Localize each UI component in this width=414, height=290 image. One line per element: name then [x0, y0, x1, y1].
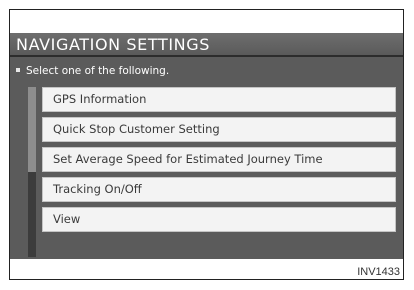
instruction-text: Select one of the following.: [26, 65, 170, 77]
figure-code: INV1433: [357, 266, 400, 278]
menu-item-view[interactable]: View: [42, 207, 396, 232]
menu-item-gps-information[interactable]: GPS Information: [42, 87, 396, 112]
navigation-settings-screen: NAVIGATION SETTINGS Select one of the fo…: [10, 33, 403, 259]
bullet-icon: [16, 68, 20, 72]
scrollbar[interactable]: [28, 87, 36, 257]
instruction-line: Select one of the following.: [16, 65, 169, 77]
menu-item-set-average-speed[interactable]: Set Average Speed for Estimated Journey …: [42, 147, 396, 172]
title-bar: NAVIGATION SETTINGS: [10, 33, 403, 57]
menu-item-tracking-on-off[interactable]: Tracking On/Off: [42, 177, 396, 202]
menu-item-quick-stop-customer-setting[interactable]: Quick Stop Customer Setting: [42, 117, 396, 142]
screen-title: NAVIGATION SETTINGS: [16, 35, 210, 54]
settings-menu: GPS Information Quick Stop Customer Sett…: [42, 87, 396, 257]
scrollbar-thumb[interactable]: [28, 87, 36, 172]
